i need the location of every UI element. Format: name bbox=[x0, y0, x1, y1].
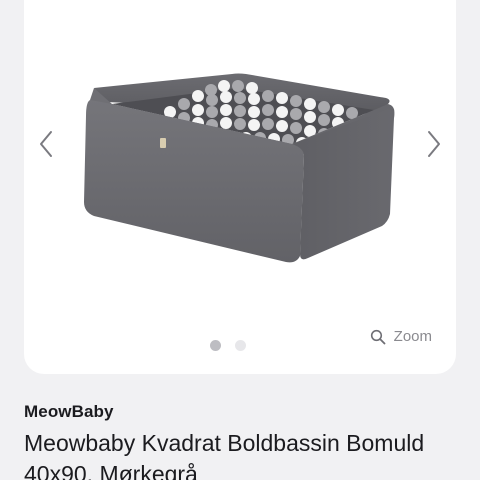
zoom-button[interactable]: Zoom bbox=[370, 328, 432, 345]
product-image[interactable] bbox=[56, 6, 424, 326]
product-title: Meowbaby Kvadrat Boldbassin Bomuld 40x90… bbox=[24, 430, 425, 480]
gallery-dot-2[interactable] bbox=[235, 340, 246, 351]
zoom-label: Zoom bbox=[393, 328, 432, 345]
product-brand[interactable]: MeowBaby bbox=[24, 402, 114, 422]
product-page: Zoom MeowBaby Meowbaby Kvadrat Boldbassi… bbox=[0, 0, 480, 480]
magnifier-icon bbox=[370, 329, 386, 344]
chevron-right-icon bbox=[428, 131, 440, 157]
gallery-dot-1[interactable] bbox=[210, 340, 221, 351]
product-image-card: Zoom bbox=[24, 0, 456, 374]
gallery-prev-button[interactable] bbox=[32, 126, 60, 162]
chevron-left-icon bbox=[40, 131, 52, 157]
gallery-next-button[interactable] bbox=[420, 126, 448, 162]
